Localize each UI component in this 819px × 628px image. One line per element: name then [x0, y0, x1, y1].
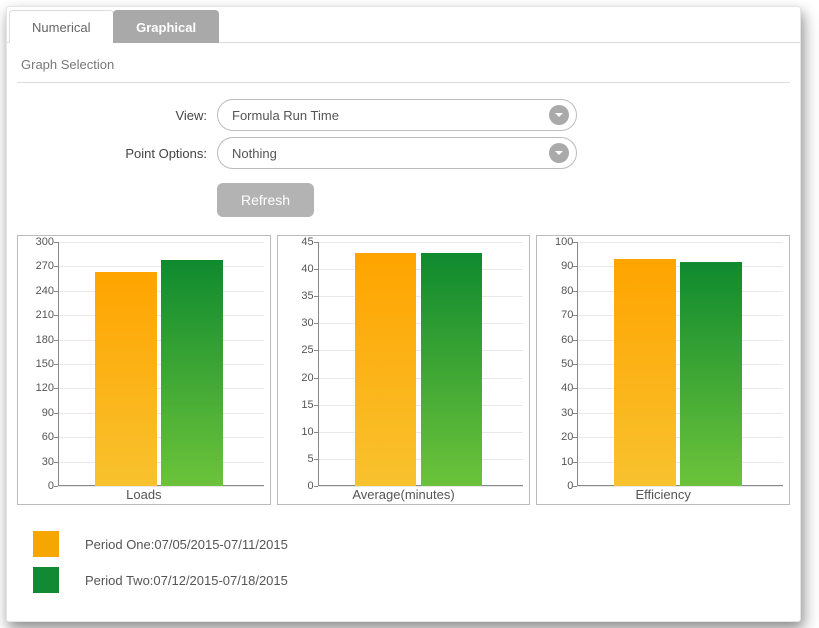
chart-efficiency: 0102030405060708090100Efficiency — [536, 235, 790, 505]
y-tick: 30 — [282, 317, 314, 329]
legend-label-period1: Period One:07/05/2015-07/11/2015 — [85, 537, 288, 552]
y-tick: 40 — [541, 382, 573, 394]
y-tick: 120 — [22, 382, 54, 394]
y-tick: 30 — [541, 407, 573, 419]
bar-period-one — [614, 259, 676, 486]
y-tick: 10 — [541, 456, 573, 468]
refresh-button[interactable]: Refresh — [217, 183, 314, 217]
swatch-period1 — [33, 531, 59, 557]
y-tick: 30 — [22, 456, 54, 468]
point-options-value: Nothing — [217, 137, 577, 169]
point-options-select[interactable]: Nothing — [217, 137, 577, 169]
legend: Period One:07/05/2015-07/11/2015 Period … — [7, 505, 800, 593]
y-tick: 5 — [282, 453, 314, 465]
y-tick: 15 — [282, 399, 314, 411]
y-tick: 70 — [541, 309, 573, 321]
bar-period-two — [161, 260, 223, 486]
bar-period-one — [95, 272, 157, 486]
y-tick: 80 — [541, 285, 573, 297]
y-tick: 270 — [22, 260, 54, 272]
bar-period-one — [355, 253, 417, 486]
bar-period-two — [421, 253, 483, 486]
y-tick: 210 — [22, 309, 54, 321]
y-tick: 100 — [541, 236, 573, 248]
y-tick: 20 — [541, 431, 573, 443]
point-options-label: Point Options: — [21, 146, 217, 161]
y-tick: 60 — [22, 431, 54, 443]
y-tick: 150 — [22, 358, 54, 370]
legend-item-period1: Period One:07/05/2015-07/11/2015 — [33, 531, 774, 557]
tabs: Numerical Graphical — [7, 7, 800, 43]
x-label: Loads — [18, 487, 270, 502]
y-tick: 180 — [22, 334, 54, 346]
y-tick: 40 — [282, 263, 314, 275]
legend-label-period2: Period Two:07/12/2015-07/18/2015 — [85, 573, 288, 588]
y-tick: 90 — [541, 260, 573, 272]
graph-selection-form: View: Formula Run Time Point Options: No… — [7, 83, 800, 229]
bar-period-two — [680, 262, 742, 486]
y-tick: 240 — [22, 285, 54, 297]
tab-numerical[interactable]: Numerical — [9, 10, 114, 43]
y-tick: 20 — [282, 372, 314, 384]
chevron-down-icon — [549, 143, 569, 163]
y-tick: 60 — [541, 334, 573, 346]
y-tick: 50 — [541, 358, 573, 370]
view-label: View: — [21, 108, 217, 123]
y-tick: 35 — [282, 290, 314, 302]
charts: 0306090120150180210240270300Loads 051015… — [7, 235, 800, 505]
tab-graphical[interactable]: Graphical — [113, 10, 219, 43]
chevron-down-icon — [549, 105, 569, 125]
x-label: Average(minutes) — [278, 487, 530, 502]
y-tick: 45 — [282, 236, 314, 248]
legend-item-period2: Period Two:07/12/2015-07/18/2015 — [33, 567, 774, 593]
swatch-period2 — [33, 567, 59, 593]
view-select-value: Formula Run Time — [217, 99, 577, 131]
panel: Numerical Graphical Graph Selection View… — [6, 6, 801, 622]
y-tick: 300 — [22, 236, 54, 248]
x-label: Efficiency — [537, 487, 789, 502]
chart-average: 051015202530354045Average(minutes) — [277, 235, 531, 505]
section-title: Graph Selection — [7, 43, 800, 82]
y-tick: 25 — [282, 344, 314, 356]
chart-loads: 0306090120150180210240270300Loads — [17, 235, 271, 505]
y-tick: 90 — [22, 407, 54, 419]
view-select[interactable]: Formula Run Time — [217, 99, 577, 131]
y-tick: 10 — [282, 426, 314, 438]
